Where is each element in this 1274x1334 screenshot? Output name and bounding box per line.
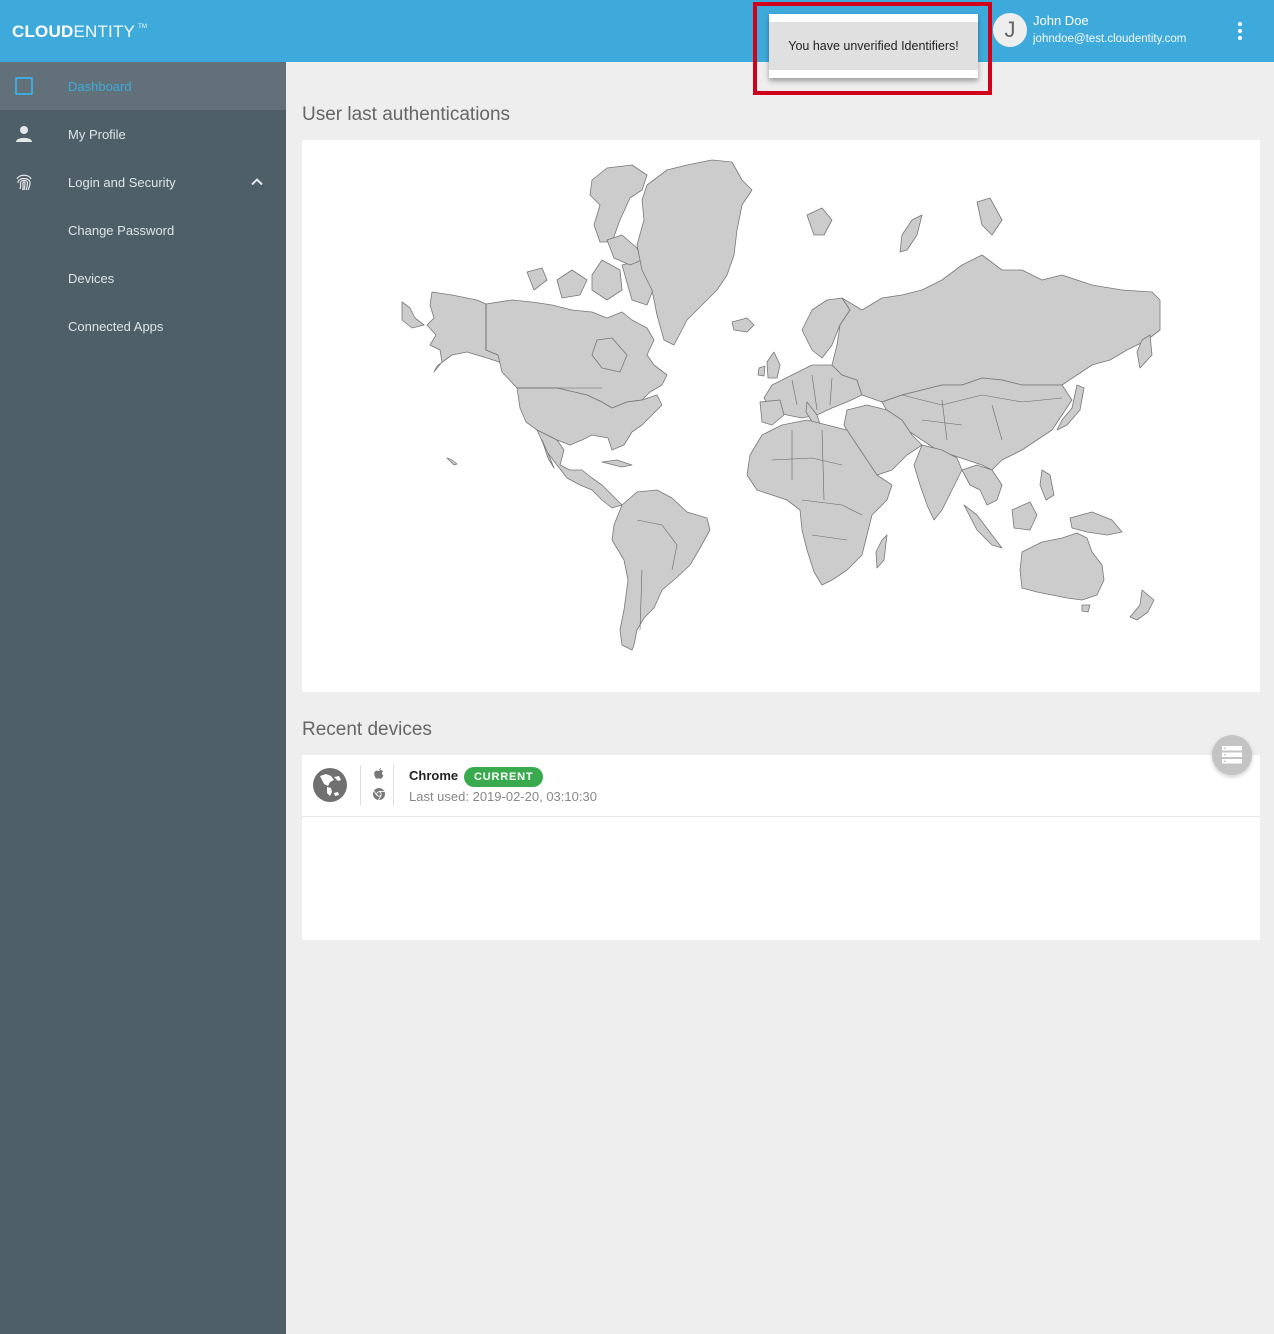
sidebar-item-dashboard[interactable]: Dashboard — [0, 62, 286, 110]
user-avatar[interactable]: J — [993, 13, 1027, 47]
brand-logo-light: ENTITY — [73, 22, 136, 41]
sidebar-item-connected-apps[interactable]: Connected Apps — [0, 302, 286, 350]
fingerprint-icon — [14, 172, 34, 192]
recent-devices-title: Recent devices — [302, 719, 432, 740]
sidebar-item-label: Connected Apps — [68, 318, 164, 334]
map-region-madagascar — [875, 534, 888, 569]
user-email: johndoe@test.cloudentity.com — [1033, 33, 1187, 45]
map-region-baffin — [606, 234, 643, 266]
brand-logo-bold: CLOUD — [12, 22, 74, 41]
sidebar-item-label: Dashboard — [68, 78, 132, 94]
map-region-aleutians — [401, 301, 425, 329]
sidebar-item-my-profile[interactable]: My Profile — [0, 110, 286, 158]
kebab-dot — [1238, 36, 1242, 40]
recent-devices-card: Chrome CURRENT Last used: 2019-02-20, 03… — [302, 755, 1260, 940]
map-region-iceland — [731, 317, 755, 333]
map-region-uk — [766, 351, 781, 379]
map-region-new-zealand — [1129, 589, 1155, 621]
person-icon — [14, 124, 34, 144]
map-region-arctic-island — [591, 259, 623, 301]
map-region-new-guinea — [1069, 511, 1123, 536]
sidebar-item-label: Login and Security — [68, 174, 176, 190]
map-region-southeast-asia — [961, 464, 1003, 506]
notification-text: You have unverified Identifiers! — [769, 22, 978, 70]
dashboard-square-icon — [14, 76, 34, 96]
brand-logo[interactable]: CLOUD ENTITY TM — [12, 22, 147, 42]
sidebar-item-login-and-security[interactable]: Login and Security — [0, 158, 286, 206]
sidebar: Dashboard My Profile Login and Security … — [0, 62, 286, 1334]
map-region-iberia — [759, 399, 785, 426]
unverified-identifiers-notification[interactable]: You have unverified Identifiers! — [769, 14, 978, 78]
map-region-borneo — [1011, 501, 1038, 531]
user-name: John Doe — [1033, 13, 1089, 28]
device-name: Chrome — [409, 768, 459, 783]
device-last-used: Last used: 2019-02-20, 03:10:30 — [409, 789, 597, 804]
authentications-map-card — [302, 140, 1260, 692]
current-device-badge: CURRENT — [464, 767, 544, 787]
world-map[interactable] — [302, 140, 1260, 692]
map-region-philippines — [1039, 469, 1055, 501]
map-region-hawaii — [446, 457, 458, 466]
chrome-icon — [372, 787, 386, 801]
list-view-toggle-button[interactable] — [1212, 735, 1252, 775]
kebab-dot — [1238, 29, 1242, 33]
more-vert-icon[interactable] — [1230, 20, 1250, 42]
map-region-severnaya — [976, 197, 1003, 236]
user-last-authentications-title: User last authentications — [302, 104, 511, 125]
map-region-ireland — [757, 365, 766, 377]
kebab-dot — [1238, 22, 1242, 26]
sidebar-item-label: Change Password — [68, 222, 175, 238]
map-region-svalbard — [806, 207, 833, 236]
sidebar-item-devices[interactable]: Devices — [0, 254, 286, 302]
sidebar-item-label: My Profile — [68, 126, 126, 142]
apple-icon — [372, 767, 386, 781]
sidebar-item-label: Devices — [68, 270, 115, 286]
map-region-australia — [1019, 532, 1105, 601]
map-region-ellesmere — [589, 164, 648, 243]
brand-logo-tm: TM — [138, 24, 148, 30]
app-header: CLOUD ENTITY TM J John Doe johndoe@test.cl… — [0, 0, 1274, 62]
divider — [393, 765, 394, 805]
device-list-item[interactable]: Chrome CURRENT Last used: 2019-02-20, 03… — [302, 755, 1260, 817]
map-region-novaya-zemlya — [899, 214, 923, 253]
map-region-south-america — [611, 489, 711, 651]
map-region-sumatra — [963, 504, 1003, 549]
map-region-tasmania — [1081, 604, 1091, 613]
list-view-icon — [1222, 746, 1242, 764]
divider — [360, 765, 361, 805]
sidebar-item-change-password[interactable]: Change Password — [0, 206, 286, 254]
chevron-up-icon[interactable] — [249, 174, 265, 190]
globe-icon — [312, 767, 348, 803]
map-region-canada — [485, 299, 668, 409]
map-region-arctic-island — [556, 269, 588, 299]
map-region-cuba — [601, 459, 633, 468]
map-region-arctic-island — [526, 267, 548, 291]
map-region-greenland — [636, 159, 753, 346]
